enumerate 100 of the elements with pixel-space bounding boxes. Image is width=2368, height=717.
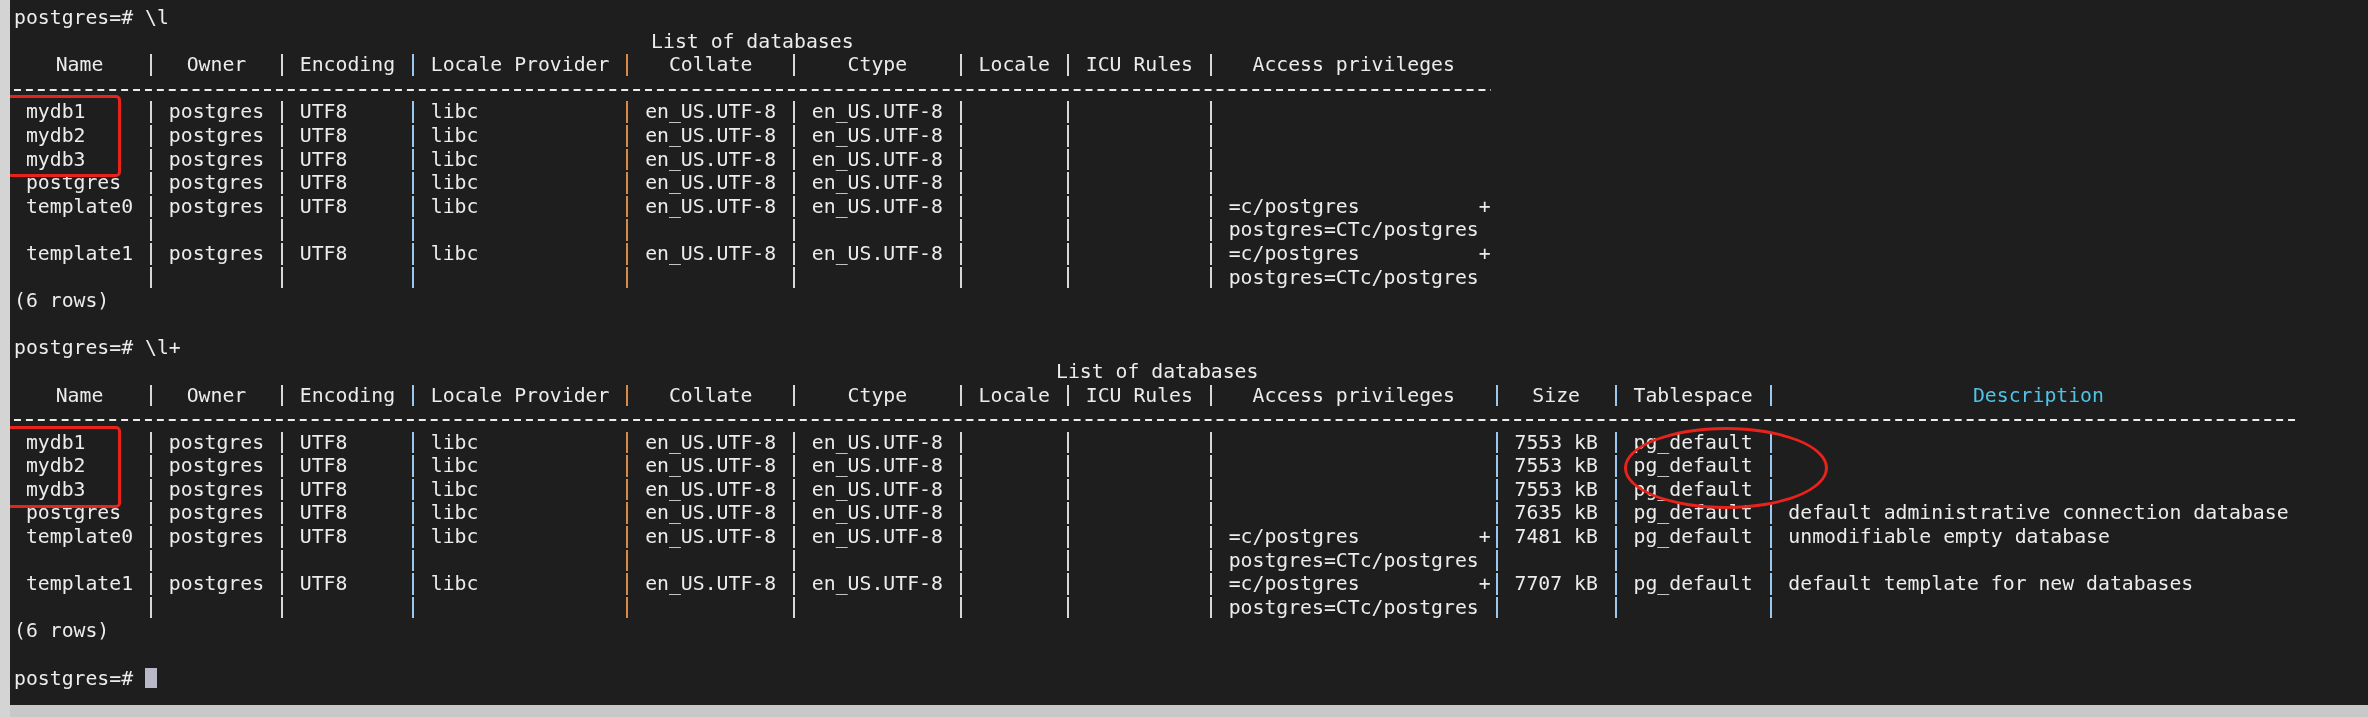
text-cursor: [145, 668, 157, 689]
cell-value: libc: [430, 454, 479, 478]
cell-value: 7553 kB: [1514, 430, 1598, 455]
cell-value: libc: [430, 430, 479, 455]
column-header: Ctype: [847, 53, 908, 77]
cell-value: libc: [430, 123, 479, 148]
cell-value: pg_default: [1633, 525, 1753, 549]
cell-value: postgres: [168, 454, 265, 478]
cell-value: en_US.UTF-8: [811, 525, 943, 549]
cell-value: mydb3: [25, 147, 86, 172]
cell-value: en_US.UTF-8: [811, 100, 943, 124]
cell-value: postgres: [168, 525, 265, 549]
cell-value: postgres: [168, 171, 265, 195]
cell-value: libc: [430, 477, 479, 502]
cell-value: pg_default: [1633, 454, 1753, 478]
cell-value: en_US.UTF-8: [645, 241, 777, 266]
cell-value: UTF8: [299, 241, 348, 266]
cell-value: postgres: [168, 572, 265, 596]
wrap-mark: +: [1478, 525, 1491, 549]
cell-value: en_US.UTF-8: [645, 123, 777, 148]
cell-value: postgres: [168, 501, 265, 526]
cell-value: pg_default: [1633, 572, 1753, 596]
cell-value: default administrative connection database: [1788, 501, 2289, 526]
cell-value: en_US.UTF-8: [645, 147, 777, 172]
cell-value: 7481 kB: [1514, 525, 1598, 549]
wrap-mark: +: [1478, 194, 1491, 219]
column-header: Locale Provider: [430, 383, 610, 407]
cell-value: en_US.UTF-8: [811, 501, 943, 526]
cell-value: libc: [430, 525, 479, 549]
column-header: Collate: [668, 383, 753, 407]
cell-value: mydb3: [25, 477, 86, 502]
cell-value: libc: [430, 572, 479, 596]
column-header: Owner: [186, 383, 247, 407]
cell-value: UTF8: [299, 123, 348, 148]
column-header: Encoding: [299, 383, 396, 407]
cell-value: postgres: [168, 147, 265, 172]
cell-value: en_US.UTF-8: [811, 171, 943, 195]
cell-value: en_US.UTF-8: [645, 194, 777, 219]
cell-value: postgres: [168, 100, 265, 124]
column-header: Access privileges: [1252, 383, 1455, 407]
cell-value: libc: [430, 501, 479, 526]
command-line: postgres=# \l: [14, 6, 169, 30]
cell-value: en_US.UTF-8: [811, 572, 943, 596]
cell-value: =c/postgres: [1228, 572, 1360, 596]
cell-value: postgres: [25, 501, 122, 526]
cell-value: postgres=CTc/postgres: [1228, 265, 1479, 290]
row-count: (6 rows): [14, 619, 110, 644]
cell-value: UTF8: [299, 501, 348, 526]
cell-value: en_US.UTF-8: [811, 430, 943, 455]
cell-value: en_US.UTF-8: [811, 454, 943, 478]
cell-value: postgres=CTc/postgres: [1228, 595, 1479, 620]
cell-value: mydb2: [25, 123, 86, 148]
cell-value: postgres: [168, 477, 265, 502]
column-header: Locale: [978, 53, 1051, 77]
cell-value: postgres=CTc/postgres: [1228, 218, 1479, 242]
table-title: List of databases: [651, 29, 854, 53]
cell-value: =c/postgres: [1228, 194, 1360, 219]
cell-value: postgres: [168, 123, 265, 148]
column-header: Name: [55, 383, 104, 407]
cell-value: en_US.UTF-8: [645, 525, 777, 549]
cell-value: en_US.UTF-8: [811, 123, 943, 148]
cell-value: en_US.UTF-8: [645, 430, 777, 455]
cell-value: postgres: [168, 430, 265, 455]
cell-value: 7553 kB: [1514, 477, 1598, 502]
cell-value: en_US.UTF-8: [811, 241, 943, 266]
cell-value: UTF8: [299, 194, 348, 219]
row-count: (6 rows): [14, 289, 110, 313]
cell-value: 7707 kB: [1514, 572, 1598, 596]
column-header: Access privileges: [1252, 53, 1455, 77]
cell-value: postgres: [25, 171, 122, 195]
column-header: Name: [55, 53, 104, 77]
column-header: Owner: [186, 53, 247, 77]
column-header: Encoding: [299, 53, 396, 77]
cell-value: postgres: [168, 241, 265, 266]
cell-value: postgres: [168, 194, 265, 219]
cell-value: en_US.UTF-8: [645, 454, 777, 478]
cell-value: UTF8: [299, 147, 348, 172]
cell-value: pg_default: [1633, 501, 1753, 526]
cell-value: libc: [430, 171, 479, 195]
cell-value: UTF8: [299, 100, 348, 124]
cell-value: mydb1: [25, 430, 86, 455]
column-header: Locale Provider: [430, 53, 610, 77]
cell-value: en_US.UTF-8: [645, 100, 777, 124]
column-header: ICU Rules: [1085, 53, 1193, 77]
column-header: Size: [1532, 383, 1580, 407]
column-header: Description: [1972, 383, 2104, 407]
cell-value: UTF8: [299, 572, 348, 596]
cell-value: UTF8: [299, 171, 348, 195]
cell-value: 7635 kB: [1514, 501, 1598, 526]
cell-value: unmodifiable empty database: [1788, 525, 2110, 549]
column-header: Ctype: [847, 383, 908, 407]
cell-value: UTF8: [299, 430, 348, 455]
cell-value: template0: [25, 525, 134, 549]
command-line: postgres=# \l+: [14, 336, 181, 360]
cell-value: en_US.UTF-8: [811, 477, 943, 502]
cell-value: en_US.UTF-8: [645, 501, 777, 526]
cell-value: mydb2: [25, 454, 86, 478]
cell-value: =c/postgres: [1228, 525, 1360, 549]
column-header: Locale: [978, 383, 1051, 407]
cell-value: en_US.UTF-8: [645, 171, 777, 195]
